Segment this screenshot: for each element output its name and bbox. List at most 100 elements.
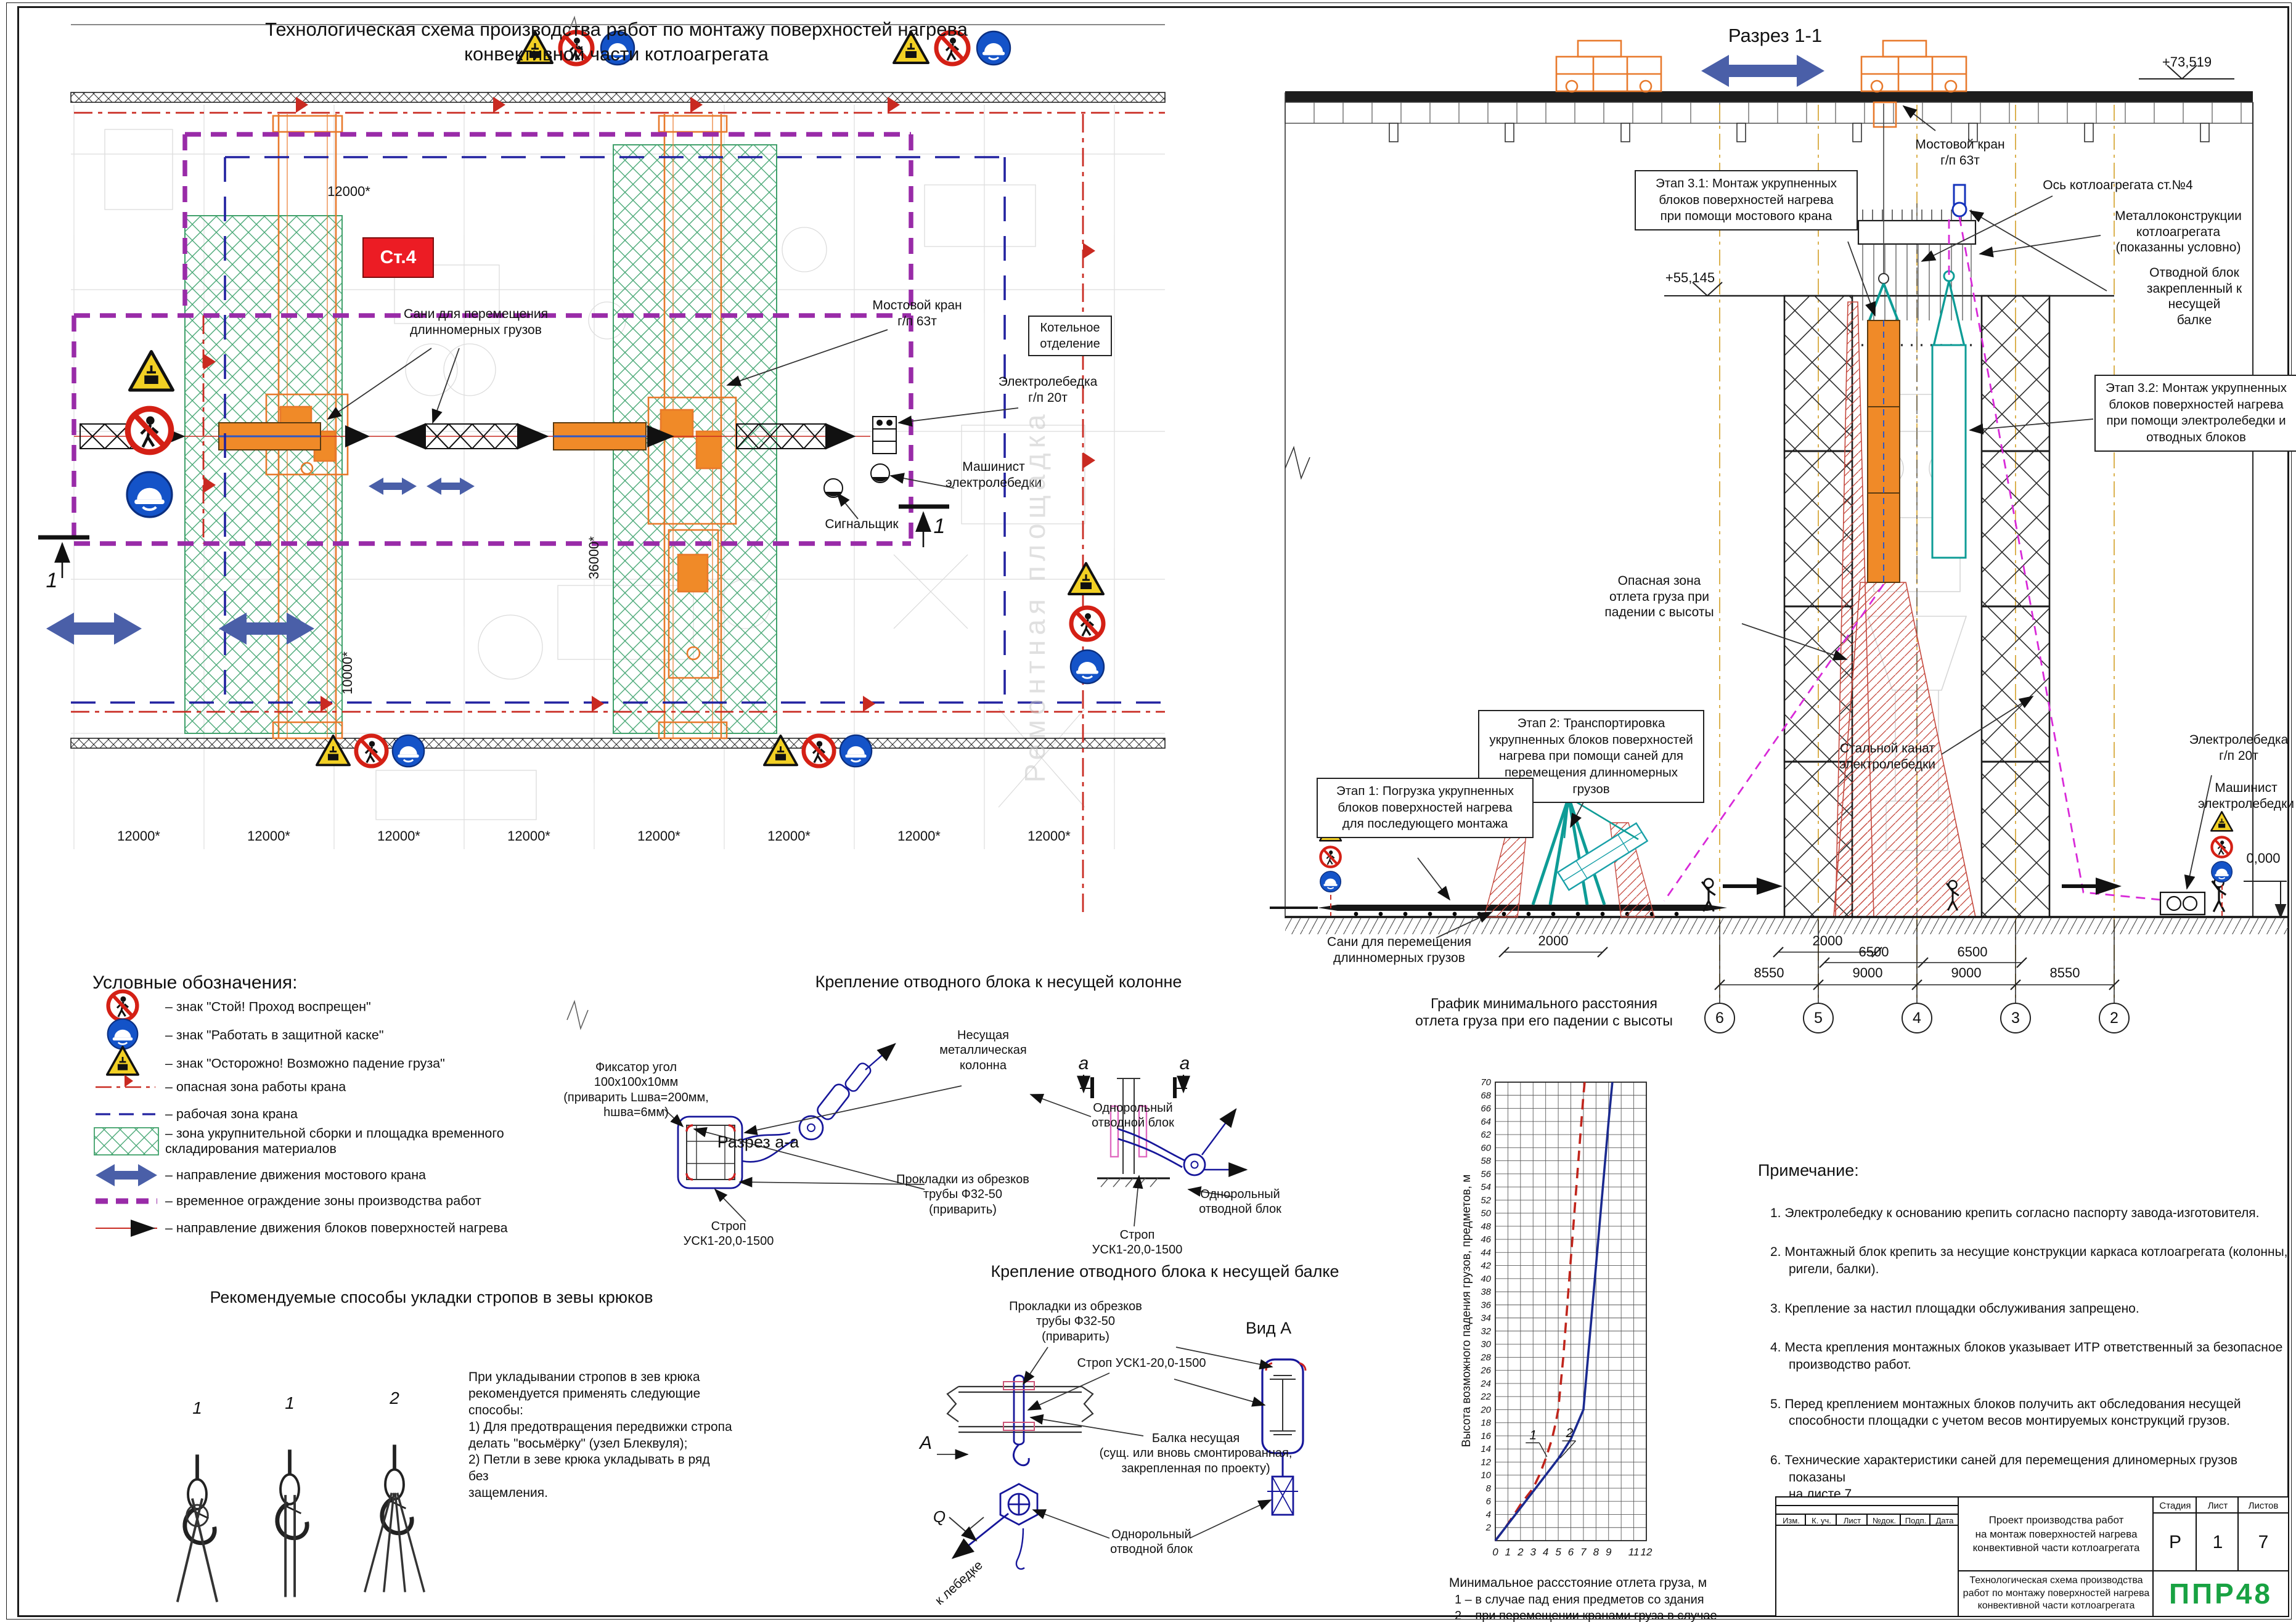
elev-top-label: +73,519 bbox=[2162, 54, 2212, 71]
svg-text:6: 6 bbox=[1486, 1496, 1492, 1507]
column-label: Несущая металлическая колонна bbox=[939, 1028, 1026, 1073]
chart-title: График минимального расстояния отлета гр… bbox=[1415, 995, 1673, 1029]
svg-text:5: 5 bbox=[1555, 1546, 1561, 1558]
dim-9000-1: 9000 bbox=[1853, 965, 1883, 981]
detail-column-title: Крепление отводного блока к несущей коло… bbox=[815, 972, 1182, 992]
dim-bottom-5: 12000* bbox=[637, 828, 680, 844]
svg-text:46: 46 bbox=[1481, 1234, 1491, 1245]
elev-0000 bbox=[2244, 881, 2287, 917]
svg-text:28: 28 bbox=[1480, 1352, 1491, 1363]
svg-text:44: 44 bbox=[1481, 1247, 1491, 1258]
dim-2000-1: 2000 bbox=[1538, 933, 1569, 949]
svg-text:1: 1 bbox=[1529, 1428, 1537, 1442]
winch-operator-symbol bbox=[871, 464, 889, 483]
legend-item-3: – знак "Осторожно! Возможно падение груз… bbox=[165, 1056, 445, 1072]
svg-text:52: 52 bbox=[1481, 1195, 1491, 1205]
tb-sheets-v: 7 bbox=[2237, 1512, 2289, 1573]
section-sledge-label: Сани для перемещения длинномерных грузов bbox=[1327, 934, 1471, 966]
section-winch-operator-label: Машинист электролебедки bbox=[2198, 780, 2294, 812]
signalman-symbol bbox=[824, 479, 843, 497]
svg-text:42: 42 bbox=[1481, 1261, 1491, 1271]
winch-plan bbox=[873, 417, 896, 454]
grid-bubble-5: 5 bbox=[1803, 1003, 1834, 1033]
hook-number-2: 1 bbox=[285, 1393, 295, 1414]
tb-stage-v: Р bbox=[2152, 1512, 2198, 1573]
boiler-room-label: Котельное отделение bbox=[1028, 316, 1112, 356]
razrez-aa-title: Разрез а-а bbox=[717, 1133, 799, 1152]
svg-text:58: 58 bbox=[1481, 1156, 1491, 1167]
dim-9000-2: 9000 bbox=[1951, 965, 1982, 981]
station-4-marker: Ст.4 bbox=[362, 237, 434, 278]
svg-text:2: 2 bbox=[1566, 1426, 1574, 1440]
dim-bottom-2: 12000* bbox=[247, 828, 290, 844]
dim-8550-2: 8550 bbox=[2050, 965, 2080, 981]
svg-text:38: 38 bbox=[1481, 1287, 1491, 1297]
svg-text:3: 3 bbox=[1530, 1546, 1537, 1558]
svg-text:24: 24 bbox=[1480, 1379, 1491, 1389]
stage-32-note: Этап 3.2: Монтаж укрупненных блоков пове… bbox=[2094, 375, 2296, 452]
gaskets-label: Прокладки из обрезков трубы Ф32-50 (прив… bbox=[896, 1172, 1029, 1217]
section-crane-1 bbox=[1556, 41, 1661, 92]
plan-ghost-text: Ремонтная площадка bbox=[1018, 410, 1052, 783]
dim-bottom-4: 12000* bbox=[507, 828, 550, 844]
sling2-label: Строп УСК1-20,0-1500 bbox=[1092, 1228, 1183, 1258]
hooks-text: При укладывании стропов в зев крюка реко… bbox=[468, 1369, 733, 1502]
grid-bubble-4: 4 bbox=[1902, 1003, 1932, 1033]
ground-hatch bbox=[1285, 918, 2288, 934]
note-3: 3. Крепление за настил площадки обслужив… bbox=[1770, 1300, 2294, 1318]
svg-text:36: 36 bbox=[1481, 1300, 1491, 1310]
svg-text:12: 12 bbox=[1641, 1546, 1653, 1558]
cut-mark-1-left: 1 bbox=[46, 568, 58, 593]
stage-1-note: Этап 1: Погрузка укрупненных блоков пове… bbox=[1317, 778, 1534, 838]
dim-bottom-1: 12000* bbox=[117, 828, 160, 844]
safety-signs-section-right bbox=[2211, 812, 2233, 916]
sheet-title: Технологическая схема производства работ… bbox=[265, 17, 968, 67]
fall-distance-chart: 0123456789111224681012141618202224262830… bbox=[1467, 1072, 1677, 1571]
legend-item-8: – временное ограждение зоны производства… bbox=[165, 1194, 481, 1209]
svg-text:14: 14 bbox=[1481, 1444, 1491, 1454]
svg-text:20: 20 bbox=[1480, 1404, 1491, 1415]
metal-structures-label: Металлоконструкции котлоагрегата (показа… bbox=[2115, 208, 2242, 256]
view-a-title: Вид А bbox=[1246, 1319, 1291, 1338]
legend-item-7: – направление движения мостового крана bbox=[165, 1168, 426, 1183]
note-6: 6. Технические характеристики саней для … bbox=[1770, 1452, 2294, 1503]
fall-danger-zone-label: Опасная зона отлета груза при падении с … bbox=[1604, 573, 1714, 621]
runway-beam bbox=[1285, 91, 2253, 102]
plan-sledge-label: Сани для перемещения длинномерных грузов bbox=[404, 306, 548, 338]
legend-item-6: – зона укрупнительной сборки и площадка … bbox=[165, 1126, 504, 1157]
hook-drawings bbox=[178, 1445, 425, 1602]
svg-text:7: 7 bbox=[1580, 1546, 1587, 1558]
svg-text:56: 56 bbox=[1481, 1169, 1491, 1180]
block2-label: Однорольный отводной блок bbox=[1199, 1187, 1281, 1217]
svg-text:62: 62 bbox=[1481, 1130, 1491, 1140]
tb-sheet-v: 1 bbox=[2196, 1512, 2240, 1573]
legend-item-4: – опасная зона работы крана bbox=[165, 1080, 346, 1095]
beam-label: Балка несущая (сущ. или вновь смонтирова… bbox=[1100, 1431, 1293, 1476]
dim-8550-1: 8550 bbox=[1754, 965, 1784, 981]
steel-rope-label: Стальной канат электролебедки bbox=[1839, 741, 1935, 772]
sling1-label: Строп УСК1-20,0-1500 bbox=[684, 1219, 774, 1249]
svg-text:4: 4 bbox=[1543, 1546, 1548, 1558]
svg-text:32: 32 bbox=[1481, 1326, 1491, 1337]
winch-section bbox=[2160, 892, 2205, 915]
section-crane-label: Мостовой кран г/п 63т bbox=[1915, 137, 2004, 168]
svg-text:8: 8 bbox=[1593, 1546, 1599, 1558]
fixator-label: Фиксатор угол 100х100х10мм (приварить Lш… bbox=[563, 1060, 709, 1120]
dim-36000: 36000* bbox=[586, 536, 602, 579]
marker-a2: a bbox=[1180, 1053, 1190, 1075]
tb-doc-name: Проект производства работ на монтаж пове… bbox=[1958, 1496, 2155, 1573]
q-label: Q bbox=[933, 1507, 946, 1527]
note-2: 2. Монтажный блок крепить за несущие кон… bbox=[1770, 1244, 2294, 1278]
svg-text:10: 10 bbox=[1481, 1470, 1491, 1481]
tb-sheet-name: Технологическая схема производства работ… bbox=[1958, 1570, 2155, 1617]
grid-bubble-6: 6 bbox=[1704, 1003, 1735, 1033]
note-4: 4. Места крепления монтажных блоков указ… bbox=[1770, 1339, 2294, 1373]
beam-block-label: Однорольный отводной блок bbox=[1110, 1527, 1193, 1557]
lifted-block-stage31 bbox=[1868, 104, 1900, 582]
svg-text:60: 60 bbox=[1481, 1143, 1491, 1153]
grid-bubble-3: 3 bbox=[2000, 1003, 2031, 1033]
elev-55-label: +55,145 bbox=[1665, 270, 1715, 287]
svg-text:8: 8 bbox=[1486, 1483, 1492, 1494]
dim-10000: 10000* bbox=[340, 651, 356, 695]
plan-crane-label: Мостовой кран г/п 63т bbox=[872, 298, 962, 329]
